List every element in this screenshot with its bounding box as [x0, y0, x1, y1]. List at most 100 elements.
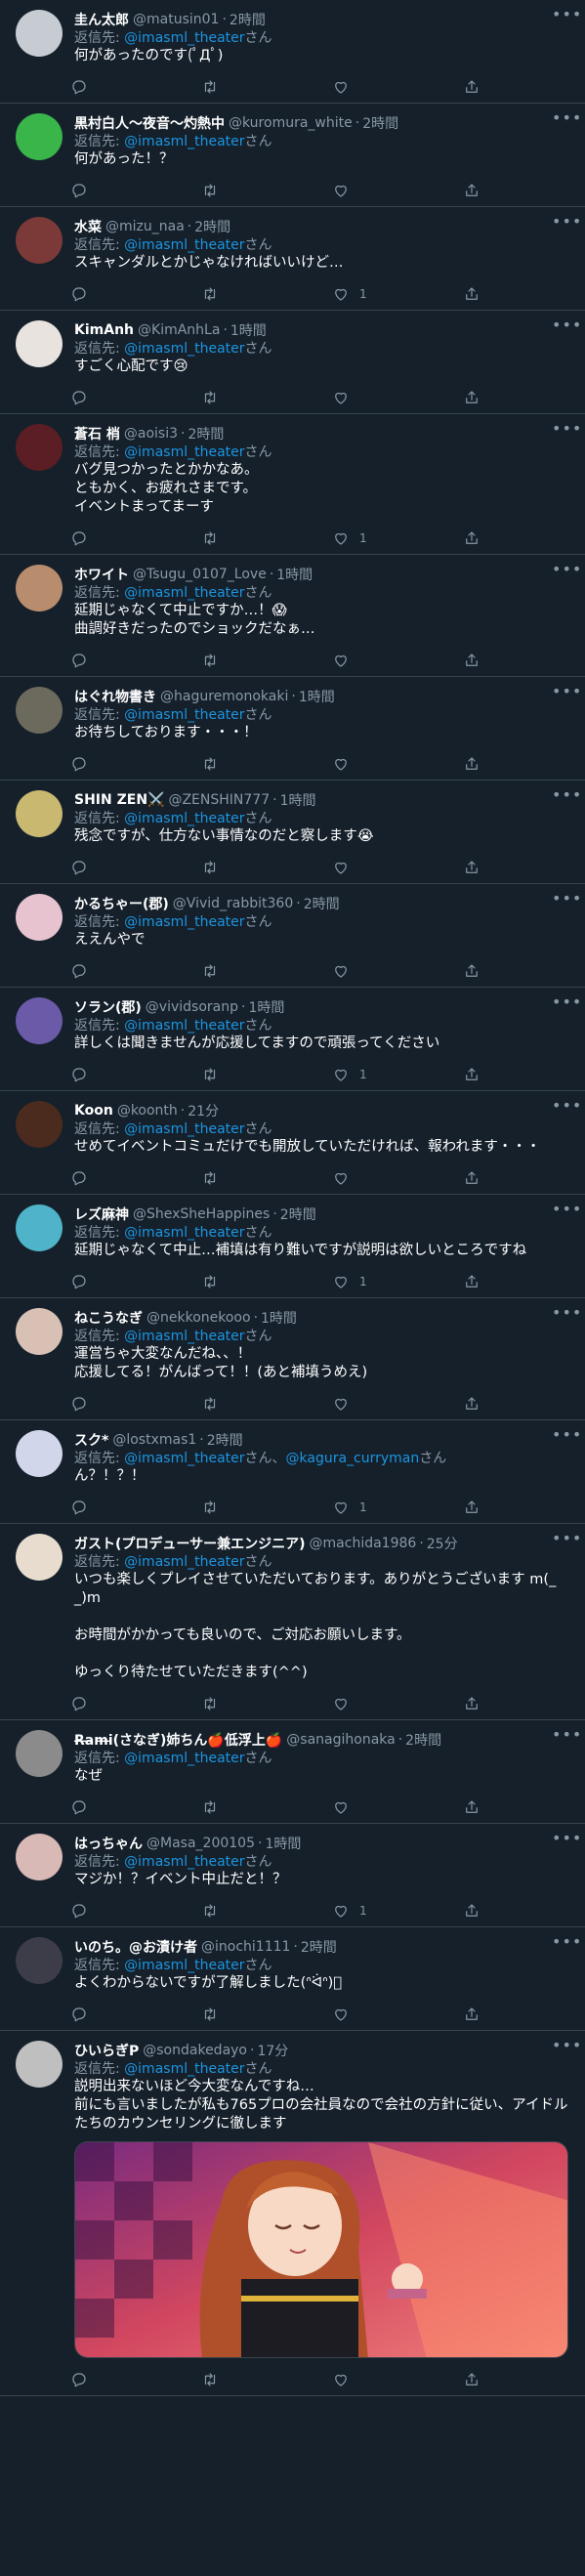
mention-link[interactable]: @kagura_curryman — [286, 1451, 420, 1466]
user-handle[interactable]: @inochi1111 — [201, 1939, 290, 1955]
more-options-icon[interactable]: ••• — [552, 994, 581, 1013]
like-button[interactable] — [332, 1798, 463, 1816]
more-options-icon[interactable]: ••• — [552, 684, 581, 702]
more-options-icon[interactable]: ••• — [552, 1727, 581, 1746]
tweet[interactable]: ••• かるちゃー(郡) @Vivid_rabbit360 · 2時間 返信先:… — [0, 884, 585, 988]
tweet[interactable]: ••• KimAnh @KimAnhLa · 1時間 返信先: @imasml_… — [0, 311, 585, 414]
display-name[interactable]: SHIN ZEN⚔️ — [74, 792, 164, 808]
avatar[interactable] — [16, 997, 63, 1044]
timestamp[interactable]: 25分 — [427, 1534, 458, 1553]
like-button[interactable] — [332, 755, 463, 773]
mention-link[interactable]: @imasml_theater — [124, 444, 244, 460]
tweet[interactable]: ••• SHIN ZEN⚔️ @ZENSHIN777 · 1時間 返信先: @i… — [0, 781, 585, 884]
reply-button[interactable] — [70, 962, 201, 980]
share-button[interactable] — [463, 1798, 502, 1816]
retweet-button[interactable] — [201, 1695, 332, 1712]
timestamp[interactable]: 1時間 — [261, 1308, 297, 1328]
retweet-button[interactable] — [201, 755, 332, 773]
timestamp[interactable]: 2時間 — [405, 1730, 441, 1750]
tweet[interactable]: ••• Koon @koonth · 21分 返信先: @imasml_thea… — [0, 1091, 585, 1195]
user-handle[interactable]: @ZENSHIN777 — [168, 792, 270, 808]
like-button[interactable] — [332, 78, 463, 96]
more-options-icon[interactable]: ••• — [552, 2038, 581, 2056]
mention-link[interactable]: @imasml_theater — [124, 1225, 244, 1241]
retweet-button[interactable] — [201, 1273, 332, 1290]
display-name[interactable]: いのち。@お漬け者 — [74, 1937, 197, 1957]
display-name[interactable]: ホワイト — [74, 565, 129, 584]
reply-button[interactable] — [70, 1902, 201, 1920]
avatar[interactable] — [16, 320, 63, 367]
user-handle[interactable]: @Vivid_rabbit360 — [173, 896, 293, 911]
display-name[interactable]: ソラン(郡) — [74, 997, 142, 1017]
display-name[interactable]: Koon — [74, 1103, 113, 1119]
avatar[interactable] — [16, 1308, 63, 1355]
mention-link[interactable]: @imasml_theater — [124, 1554, 244, 1570]
avatar[interactable] — [16, 565, 63, 612]
display-name[interactable]: 黒村白人〜夜音〜灼熱中 — [74, 113, 225, 133]
mention-link[interactable]: @imasml_theater — [124, 1329, 244, 1344]
avatar[interactable] — [16, 1101, 63, 1148]
share-button[interactable] — [463, 962, 502, 980]
timestamp[interactable]: 1時間 — [248, 997, 284, 1017]
user-handle[interactable]: @mizu_naa — [105, 219, 185, 234]
more-options-icon[interactable]: ••• — [552, 1305, 581, 1324]
retweet-button[interactable] — [201, 652, 332, 669]
avatar[interactable] — [16, 687, 63, 734]
share-button[interactable] — [463, 529, 502, 547]
retweet-button[interactable] — [201, 1066, 332, 1083]
attached-image[interactable] — [74, 2141, 568, 2358]
avatar[interactable] — [16, 113, 63, 160]
tweet[interactable]: ••• 圭ん太郎 @matusin01 · 2時間 返信先: @imasml_t… — [0, 0, 585, 104]
like-button[interactable] — [332, 652, 463, 669]
more-options-icon[interactable]: ••• — [552, 1531, 581, 1549]
share-button[interactable] — [463, 285, 502, 303]
mention-link[interactable]: @imasml_theater — [124, 30, 244, 46]
like-button[interactable] — [332, 2371, 463, 2388]
reply-button[interactable] — [70, 1695, 201, 1712]
mention-link[interactable]: @imasml_theater — [124, 1958, 244, 1973]
avatar[interactable] — [16, 790, 63, 837]
share-button[interactable] — [463, 1169, 502, 1187]
avatar[interactable] — [16, 1534, 63, 1581]
timestamp[interactable]: 1時間 — [265, 1834, 301, 1853]
more-options-icon[interactable]: ••• — [552, 317, 581, 336]
timestamp[interactable]: 1時間 — [280, 790, 316, 810]
avatar[interactable] — [16, 894, 63, 941]
tweet[interactable]: ••• レズ麻神 @ShexSheHappines · 2時間 返信先: @im… — [0, 1195, 585, 1298]
retweet-button[interactable] — [201, 285, 332, 303]
retweet-button[interactable] — [201, 78, 332, 96]
more-options-icon[interactable]: ••• — [552, 1427, 581, 1446]
more-options-icon[interactable]: ••• — [552, 1934, 581, 1953]
timestamp[interactable]: 2時間 — [194, 217, 230, 236]
share-button[interactable] — [463, 389, 502, 406]
like-button[interactable] — [332, 2006, 463, 2023]
user-handle[interactable]: @kuromura_white — [229, 115, 353, 131]
retweet-button[interactable] — [201, 529, 332, 547]
reply-button[interactable] — [70, 389, 201, 406]
like-button[interactable] — [332, 1695, 463, 1712]
avatar[interactable] — [16, 1937, 63, 1984]
timestamp[interactable]: 2時間 — [188, 424, 224, 443]
tweet[interactable]: ••• はっちゃん @Masa_200105 · 1時間 返信先: @imasm… — [0, 1824, 585, 1927]
like-button[interactable] — [332, 962, 463, 980]
more-options-icon[interactable]: ••• — [552, 7, 581, 25]
retweet-button[interactable] — [201, 2006, 332, 2023]
display-name[interactable]: 蒼石 梢 — [74, 424, 120, 443]
timestamp[interactable]: 21分 — [188, 1101, 219, 1120]
tweet[interactable]: ••• はぐれ物書き @haguremonokaki · 1時間 返信先: @i… — [0, 677, 585, 781]
display-name[interactable]: 水菜 — [74, 217, 102, 236]
user-handle[interactable]: @lostxmas1 — [112, 1432, 196, 1448]
mention-link[interactable]: @imasml_theater — [124, 134, 244, 149]
tweet[interactable]: ••• いのち。@お漬け者 @inochi1111 · 2時間 返信先: @im… — [0, 1927, 585, 2031]
mention-link[interactable]: @imasml_theater — [124, 2061, 244, 2077]
tweet[interactable]: ••• 蒼石 梢 @aoisi3 · 2時間 返信先: @imasml_thea… — [0, 414, 585, 555]
avatar[interactable] — [16, 424, 63, 471]
user-handle[interactable]: @matusin01 — [133, 12, 219, 27]
display-name[interactable]: かるちゃー(郡) — [74, 894, 169, 913]
avatar[interactable] — [16, 10, 63, 57]
like-button[interactable]: 1 — [332, 285, 463, 303]
timestamp[interactable]: 2時間 — [230, 10, 266, 29]
like-button[interactable]: 1 — [332, 1902, 463, 1920]
more-options-icon[interactable]: ••• — [552, 787, 581, 806]
share-button[interactable] — [463, 182, 502, 199]
